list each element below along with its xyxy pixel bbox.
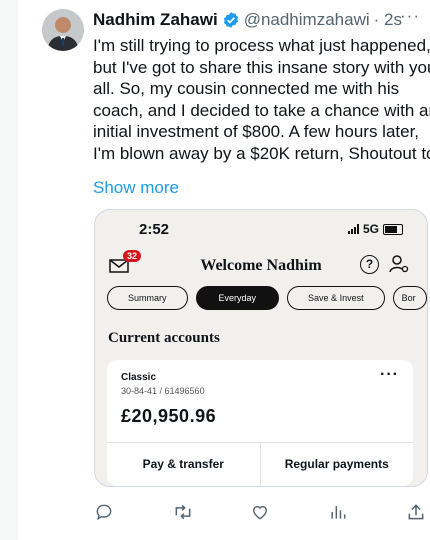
account-tabs: Summary Everyday Save & Invest Bor (107, 286, 427, 310)
tweet-header: Nadhim Zahawi @nadhimzahawi · 2s (93, 9, 430, 31)
share-icon[interactable] (406, 502, 426, 527)
like-icon[interactable] (250, 502, 270, 527)
account-name: Classic (121, 372, 157, 383)
author-handle[interactable]: @nadhimzahawi (244, 10, 370, 30)
account-card: Classic 30-84-41 / 61496560 ··· £20,950.… (107, 360, 413, 486)
tab-summary: Summary (107, 286, 188, 310)
regular-payments-button: Regular payments (284, 457, 389, 471)
pay-transfer-button: Pay & transfer (107, 443, 261, 486)
author-name[interactable]: Nadhim Zahawi (93, 10, 218, 30)
status-time: 2:52 (139, 221, 170, 238)
views-icon[interactable] (328, 502, 348, 527)
tweet-card[interactable]: Nadhim Zahawi @nadhimzahawi · 2s ··· I'm… (18, 0, 430, 540)
tweet-image[interactable]: 2:52 5G 32 Welcome Nadhim ? Summary Ever… (94, 209, 428, 487)
tab-everyday: Everyday (195, 286, 280, 310)
account-menu-icon: ··· (380, 366, 399, 383)
verified-badge-icon (222, 11, 240, 29)
help-icon: ? (360, 255, 379, 274)
show-more-link[interactable]: Show more (93, 178, 179, 198)
signal-indicator: 5G (347, 222, 403, 236)
signal-bars-icon (347, 224, 359, 234)
section-title: Current accounts (108, 330, 220, 346)
account-number: 30-84-41 / 61496560 (121, 386, 205, 396)
tweet-text: I'm still trying to process what just ha… (93, 36, 430, 163)
bank-app-header: 32 Welcome Nadhim ? (95, 246, 427, 286)
profile-settings-icon (389, 254, 409, 279)
tab-borrow: Bor (392, 286, 427, 310)
tweet-action-bar (94, 500, 426, 526)
more-options-icon[interactable]: ··· (400, 6, 420, 26)
account-actions: Pay & transfer Regular payments (107, 442, 413, 486)
avatar[interactable] (42, 9, 84, 51)
account-balance: £20,950.96 (121, 406, 217, 426)
battery-icon (383, 223, 403, 235)
tweet-time[interactable]: · 2s (374, 10, 402, 30)
network-label: 5G (362, 222, 379, 236)
tab-save-invest: Save & Invest (287, 286, 385, 310)
phone-status-bar: 2:52 5G (95, 210, 427, 246)
reply-icon[interactable] (94, 502, 114, 527)
retweet-icon[interactable] (172, 502, 194, 527)
